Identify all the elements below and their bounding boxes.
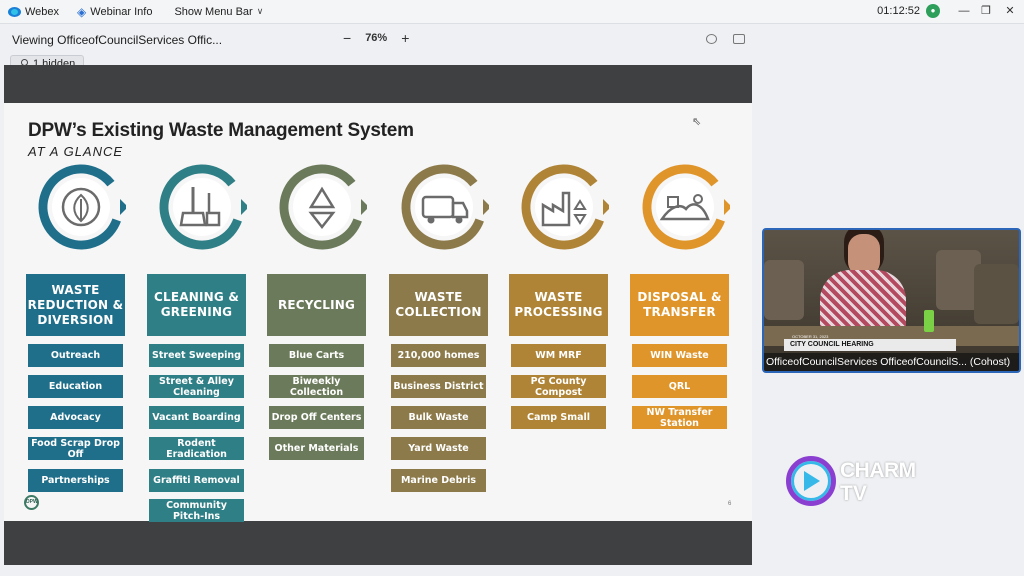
app-title-bar: Webex ◈ Webinar Info Show Menu Bar ∨ 01:… [0, 0, 1024, 24]
column-item: Blue Carts [269, 344, 364, 367]
show-menu-bar-label: Show Menu Bar [174, 5, 253, 18]
column-item: Outreach [28, 344, 123, 367]
column-item: Yard Waste [391, 437, 486, 460]
zoom-controls: − 76% + [343, 31, 409, 45]
show-menu-bar-button[interactable]: Show Menu Bar ∨ [174, 6, 263, 18]
participant-name-label: OfficeofCouncilServices OfficeofCouncilS… [764, 353, 1019, 371]
video-chair [764, 260, 804, 320]
column-item: Graffiti Removal [149, 469, 244, 492]
column-heading: WASTE REDUCTION & DIVERSION [26, 274, 125, 336]
column-item: NW Transfer Station [632, 406, 727, 429]
zoom-out-button[interactable]: − [343, 31, 351, 45]
column-item: Other Materials [269, 437, 364, 460]
presentation-slide: DPW’s Existing Waste Management System A… [4, 103, 752, 522]
audio-status-icon[interactable]: ● [926, 4, 940, 18]
column-item: PG County Compost [511, 375, 606, 398]
app-name: Webex [25, 5, 60, 18]
leaf-recycle-icon [36, 163, 128, 251]
column-item: Advocacy [28, 406, 123, 429]
column-heading: WASTE COLLECTION [389, 274, 488, 336]
recycle-icon [277, 163, 369, 251]
close-icon[interactable]: ✕ [1000, 3, 1020, 19]
column-heading: CLEANING & GREENING [147, 274, 246, 336]
webinar-info-label: Webinar Info [90, 5, 153, 18]
charm-tv-logo: CHARM TV [786, 456, 926, 508]
column-heading: WASTE PROCESSING [509, 274, 608, 336]
video-chair [974, 264, 1019, 324]
column-item: 210,000 homes [391, 344, 486, 367]
landfill-icon [640, 163, 732, 251]
column-item: Business District [391, 375, 486, 398]
shield-icon: ◈ [77, 4, 87, 19]
zoom-in-button[interactable]: + [401, 31, 409, 45]
broom-dustpan-icon [157, 163, 249, 251]
restore-icon[interactable]: ❐ [976, 3, 996, 19]
zoom-level[interactable]: 76% [365, 32, 387, 44]
column-item: Rodent Eradication [149, 437, 244, 460]
play-icon [804, 471, 820, 491]
charm-logo-line2: TV [840, 482, 867, 505]
column-item: Street Sweeping [149, 344, 244, 367]
mouse-cursor-icon: ⇖ [692, 116, 702, 128]
column-item: Bulk Waste [391, 406, 486, 429]
video-cup [924, 310, 934, 332]
slide-page-number: 6 [728, 501, 732, 507]
annotate-icon[interactable] [706, 34, 717, 44]
share-toolbar: Viewing OfficeofCouncilServices Offic...… [0, 25, 1024, 53]
column-item: Community Pitch-Ins [149, 499, 244, 522]
column-item: Vacant Boarding [149, 406, 244, 429]
webinar-info-button[interactable]: ◈ Webinar Info [77, 5, 152, 19]
column-heading: RECYCLING [267, 274, 366, 336]
meeting-timer: 01:12:52 [877, 5, 920, 17]
column-item: Education [28, 375, 123, 398]
pop-out-icon[interactable] [733, 34, 745, 44]
column-item: QRL [632, 375, 727, 398]
garbage-truck-icon [399, 163, 491, 251]
hearing-banner: CITY COUNCIL HEARING [784, 339, 956, 351]
viewing-label: Viewing OfficeofCouncilServices Offic... [12, 33, 223, 47]
slide-subtitle: AT A GLANCE [28, 144, 124, 159]
column-item: Marine Debris [391, 469, 486, 492]
column-item: Camp Small [511, 406, 606, 429]
column-item: Food Scrap Drop Off [28, 437, 123, 460]
factory-icon [519, 163, 611, 251]
column-item: WM MRF [511, 344, 606, 367]
webex-logo-icon [8, 6, 21, 17]
participant-video[interactable]: OCTOBER 31, 2023 CITY COUNCIL HEARING Of… [762, 228, 1021, 373]
column-item: Partnerships [28, 469, 123, 492]
minimize-icon[interactable]: — [954, 3, 974, 19]
column-item: Street & Alley Cleaning [149, 375, 244, 398]
charm-logo-line1: CHARM [840, 459, 916, 482]
column-item: Drop Off Centers [269, 406, 364, 429]
chevron-down-icon: ∨ [256, 6, 264, 16]
webex-menu[interactable]: Webex [8, 6, 59, 18]
dpw-logo: DPW [24, 495, 39, 510]
column-item: WIN Waste [632, 344, 727, 367]
column-item: Biweekly Collection [269, 375, 364, 398]
slide-title: DPW’s Existing Waste Management System [28, 120, 414, 141]
column-heading: DISPOSAL & TRANSFER [630, 274, 729, 336]
